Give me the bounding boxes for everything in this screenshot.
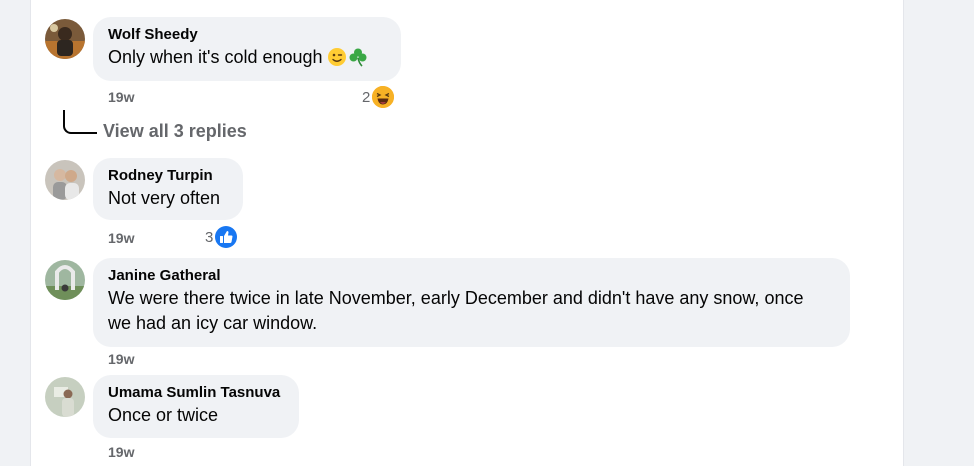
comment-text: Not very often <box>108 188 221 208</box>
comment-timestamp[interactable]: 19w <box>108 444 134 460</box>
comment-bubble: Wolf Sheedy Only when it's cold enough <box>93 17 401 81</box>
reaction-count: 3 <box>205 228 214 246</box>
reply-thread-connector <box>63 110 97 134</box>
avatar[interactable] <box>45 260 85 300</box>
laughing-face-icon <box>372 86 395 108</box>
reaction-summary[interactable]: 2 <box>362 86 395 108</box>
view-replies-link[interactable]: View all 3 replies <box>103 121 247 142</box>
comment-text: Only when it's cold enough <box>108 47 323 67</box>
avatar[interactable] <box>45 19 85 59</box>
comment-text-line-1: We were there twice in late November, ea… <box>108 288 804 308</box>
comment-text-line: Only when it's cold enough <box>108 45 386 70</box>
comment-timestamp[interactable]: 19w <box>108 89 134 105</box>
comment-timestamp[interactable]: 19w <box>108 230 134 246</box>
comment-author[interactable]: Umama Sumlin Tasnuva <box>108 383 284 403</box>
comment-bubble: Rodney Turpin Not very often <box>93 158 243 220</box>
winking-face-emoji <box>327 48 346 66</box>
shamrock-emoji <box>349 48 367 67</box>
thumbs-up-icon <box>215 226 238 248</box>
reaction-count: 2 <box>362 88 371 106</box>
comment-author[interactable]: Rodney Turpin <box>108 166 228 186</box>
comment-bubble: Umama Sumlin Tasnuva Once or twice <box>93 375 299 438</box>
avatar[interactable] <box>45 160 85 200</box>
comment-author[interactable]: Wolf Sheedy <box>108 25 386 45</box>
avatar[interactable] <box>45 377 85 417</box>
comment-bubble: Janine Gatheral We were there twice in l… <box>93 258 850 347</box>
comment-text: Once or twice <box>108 405 219 425</box>
comment-timestamp[interactable]: 19w <box>108 351 134 367</box>
comment-author[interactable]: Janine Gatheral <box>108 266 835 286</box>
reaction-summary[interactable]: 3 <box>205 226 238 248</box>
comment-text-line-2: we had an icy car window. <box>108 313 318 333</box>
